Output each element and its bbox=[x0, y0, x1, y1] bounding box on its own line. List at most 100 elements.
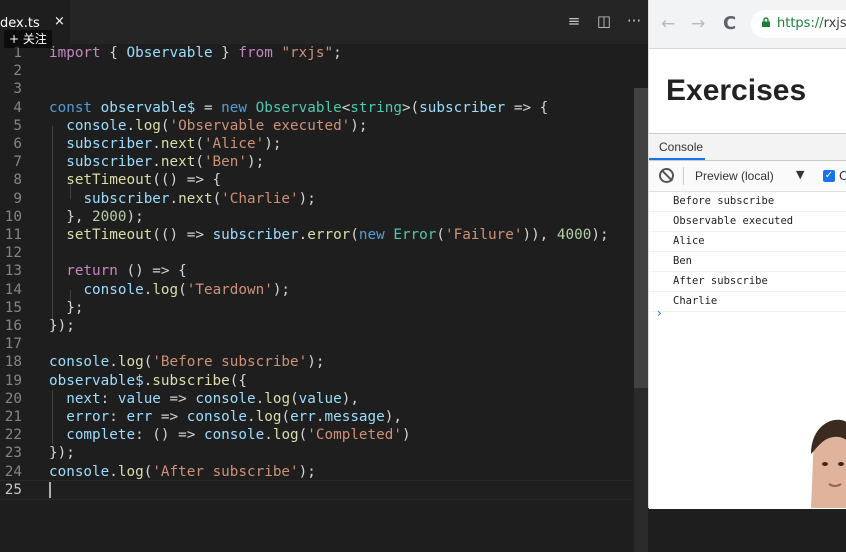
code-token: ); bbox=[350, 117, 368, 134]
code-area[interactable]: 1 import { Observable } from "rxjs"; 2 3 4 co… bbox=[0, 44, 648, 552]
code-line[interactable]: 24 console.log('After subscribe'); bbox=[0, 463, 632, 481]
code-token: . bbox=[247, 409, 256, 425]
code-token: : () => bbox=[135, 427, 204, 444]
code-token: console bbox=[186, 409, 248, 425]
code-token: Observable bbox=[126, 45, 213, 61]
code-token: . bbox=[169, 190, 179, 207]
code-token: Observable bbox=[255, 99, 342, 116]
code-token: (() => { bbox=[152, 172, 222, 189]
editor-actions: ≡ ◫ ··· bbox=[566, 12, 642, 30]
line-number: 5 bbox=[13, 117, 22, 134]
code-line[interactable]: 1 import { Observable } from "rxjs"; bbox=[0, 44, 632, 62]
code-line[interactable]: 5 console.log('Observable executed'); bbox=[0, 117, 632, 135]
code-line[interactable]: 7 subscriber.next('Ben'); bbox=[0, 153, 632, 171]
code-token: log bbox=[117, 354, 144, 371]
address-bar[interactable]: https://rxjs- bbox=[751, 10, 846, 38]
close-icon[interactable]: × bbox=[54, 14, 65, 29]
console-message: Observable executed bbox=[649, 212, 846, 232]
line-text: console.log('Before subscribe'); bbox=[49, 353, 324, 371]
code-editor[interactable]: dex.ts × ≡ ◫ ··· + 关注 1 import { Observab… bbox=[0, 0, 648, 552]
code-token: ( bbox=[212, 190, 222, 207]
context-selector[interactable]: Preview (local) bbox=[695, 169, 774, 183]
code-line[interactable]: 3 bbox=[0, 80, 632, 98]
line-number: 12 bbox=[4, 245, 22, 262]
line-number: 19 bbox=[4, 372, 22, 389]
code-token: ); bbox=[298, 463, 316, 480]
console-prompt-icon[interactable]: › bbox=[657, 306, 662, 320]
clear-console-icon[interactable] bbox=[659, 168, 674, 183]
code-token: const bbox=[49, 99, 93, 116]
code-token: . bbox=[143, 372, 153, 389]
code-token: : bbox=[109, 409, 127, 425]
page-heading: Exercises bbox=[666, 74, 807, 107]
code-line[interactable]: 19 observable$.subscribe({ bbox=[0, 372, 632, 390]
reload-icon[interactable]: C bbox=[723, 13, 736, 34]
tab-console[interactable]: Console bbox=[659, 140, 703, 154]
outline-icon[interactable]: ≡ bbox=[566, 12, 582, 30]
forward-icon[interactable]: → bbox=[691, 14, 705, 34]
code-token: error bbox=[66, 409, 110, 425]
code-line[interactable]: 12 bbox=[0, 244, 632, 262]
code-line[interactable]: 13 return () => { bbox=[0, 262, 632, 280]
code-token: ), bbox=[341, 390, 359, 407]
code-token: 'Observable executed' bbox=[169, 117, 351, 134]
code-token: subscriber bbox=[66, 154, 153, 171]
code-token: ); bbox=[126, 208, 144, 225]
code-line[interactable]: 11 setTimeout(() => subscriber.error(new… bbox=[0, 226, 632, 244]
code-token: : bbox=[100, 390, 118, 407]
code-line[interactable]: 16}); bbox=[0, 317, 632, 335]
code-line[interactable]: 4 const observable$ = new Observable<stri… bbox=[0, 99, 632, 117]
code-token: console bbox=[203, 427, 265, 444]
code-token: from bbox=[238, 45, 273, 61]
console-log: Before subscribe Observable executed Ali… bbox=[649, 192, 846, 312]
line-text: subscriber.next('Charlie'); bbox=[49, 190, 315, 208]
back-icon[interactable]: ← bbox=[661, 14, 675, 34]
code-token: next bbox=[160, 136, 196, 152]
code-token: ( bbox=[281, 409, 291, 425]
code-token: }, bbox=[49, 208, 93, 225]
code-token: ; bbox=[333, 45, 342, 61]
code-token: ( bbox=[160, 117, 170, 134]
code-token: . bbox=[152, 154, 161, 171]
code-token: }); bbox=[49, 318, 75, 334]
code-token: 'Teardown' bbox=[186, 281, 273, 298]
code-token: } bbox=[212, 45, 239, 61]
more-actions-icon[interactable]: ··· bbox=[626, 12, 642, 30]
code-token: 'Completed' bbox=[307, 427, 402, 444]
code-line[interactable]: 10 }, 2000); bbox=[0, 208, 632, 226]
code-token: ( bbox=[195, 136, 204, 152]
code-line[interactable]: 23}); bbox=[0, 444, 632, 462]
split-editor-icon[interactable]: ◫ bbox=[596, 12, 612, 30]
code-line[interactable]: 15 }; bbox=[0, 299, 632, 317]
checkbox-label: C bbox=[839, 169, 846, 183]
code-token: new bbox=[358, 227, 385, 243]
url-protocol: https:// bbox=[777, 16, 824, 31]
checkbox[interactable]: ✓ bbox=[823, 170, 835, 182]
code-line[interactable]: 18 console.log('Before subscribe'); bbox=[0, 353, 632, 371]
line-text: console.log('After subscribe'); bbox=[49, 463, 316, 481]
code-line[interactable]: 20 next: value => console.log(value), bbox=[0, 390, 632, 408]
code-line[interactable]: 8 setTimeout(() => { bbox=[0, 171, 632, 189]
code-token: }); bbox=[49, 445, 75, 462]
code-token: . bbox=[109, 463, 118, 480]
code-line[interactable]: 9 subscriber.next('Charlie'); bbox=[0, 190, 632, 208]
code-token: log bbox=[255, 409, 282, 425]
scrollbar-thumb[interactable] bbox=[634, 88, 648, 388]
code-token: return bbox=[66, 263, 118, 280]
code-line[interactable]: 14 console.log('Teardown'); bbox=[0, 281, 632, 299]
line-text: setTimeout(() => subscriber.error(new Er… bbox=[49, 226, 608, 244]
line-number: 8 bbox=[13, 172, 22, 189]
code-line[interactable]: 6 subscriber.next('Alice'); bbox=[0, 135, 632, 153]
code-line[interactable]: 25 bbox=[0, 481, 632, 499]
code-token: ( bbox=[298, 427, 308, 444]
code-line[interactable]: 21 error: err => console.log(err.message… bbox=[0, 408, 632, 426]
code-token: value bbox=[117, 390, 161, 407]
code-line[interactable]: 17 bbox=[0, 335, 632, 353]
chevron-down-icon[interactable]: ▼ bbox=[796, 168, 804, 181]
follow-badge[interactable]: + 关注 bbox=[4, 30, 52, 48]
code-line[interactable]: 2 bbox=[0, 62, 632, 80]
code-line[interactable]: 22 complete: () => console.log('Complete… bbox=[0, 426, 632, 444]
